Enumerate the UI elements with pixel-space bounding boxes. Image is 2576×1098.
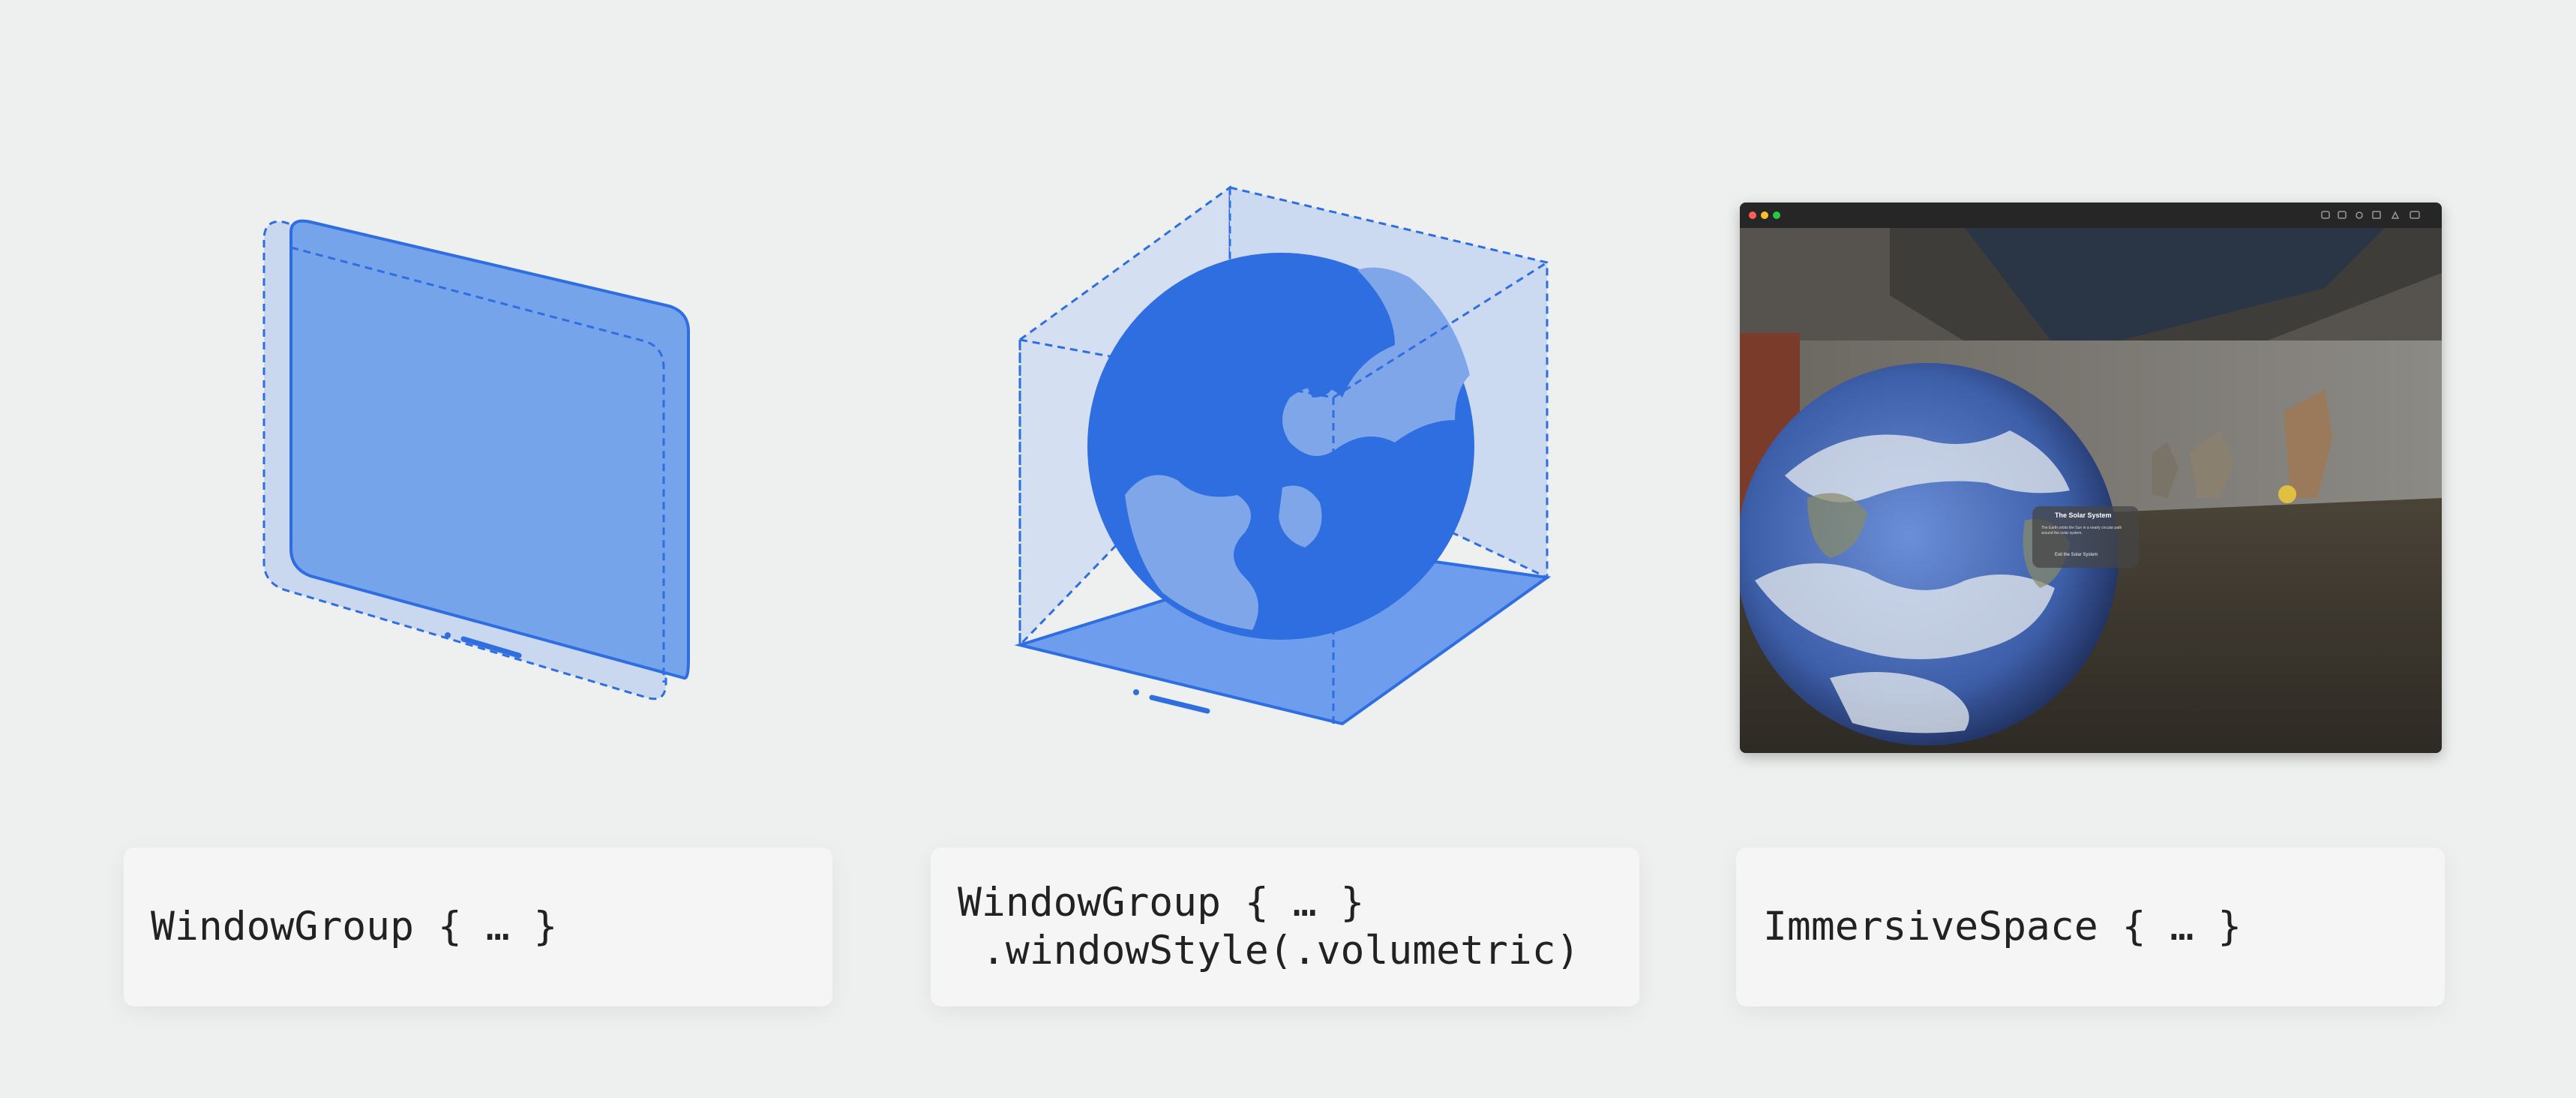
code-line: .windowStyle(.volumetric): [958, 928, 1580, 974]
volume-handle-dot: [1133, 689, 1139, 695]
code-line: WindowGroup { … }: [958, 880, 1365, 926]
code-line: ImmersiveSpace { … }: [1763, 904, 2242, 950]
volume-illustration: [1014, 185, 1552, 726]
code-card-window-group: WindowGroup { … }: [124, 848, 832, 1006]
minimize-dot-icon: [1761, 212, 1768, 219]
immersive-screenshot: The Solar System The Earth orbits the Su…: [1740, 202, 2442, 753]
window-handle-dot: [445, 632, 451, 638]
code-card-volumetric: WindowGroup { … } .windowStyle(.volumetr…: [931, 848, 1639, 1006]
code-line: WindowGroup { … }: [151, 904, 558, 950]
globe-icon: [1087, 253, 1474, 640]
solar-system-panel: The Solar System The Earth orbits the Su…: [2032, 506, 2139, 568]
exit-solar-system-button[interactable]: Exit the Solar System: [2055, 553, 2098, 557]
zoom-dot-icon: [1773, 212, 1780, 219]
titlebar-icons: [2321, 211, 2420, 219]
window-illustration: [262, 219, 690, 700]
panel-title: The Solar System: [2055, 512, 2112, 519]
code-card-immersive-space: ImmersiveSpace { … }: [1736, 848, 2445, 1006]
screenshot-titlebar: [1740, 202, 2442, 228]
close-dot-icon: [1749, 212, 1756, 219]
volume-handle-bar: [1149, 694, 1210, 714]
immersive-scene: [1740, 228, 2442, 753]
panel-description: The Earth orbits the Sun in a nearly cir…: [2041, 526, 2122, 536]
